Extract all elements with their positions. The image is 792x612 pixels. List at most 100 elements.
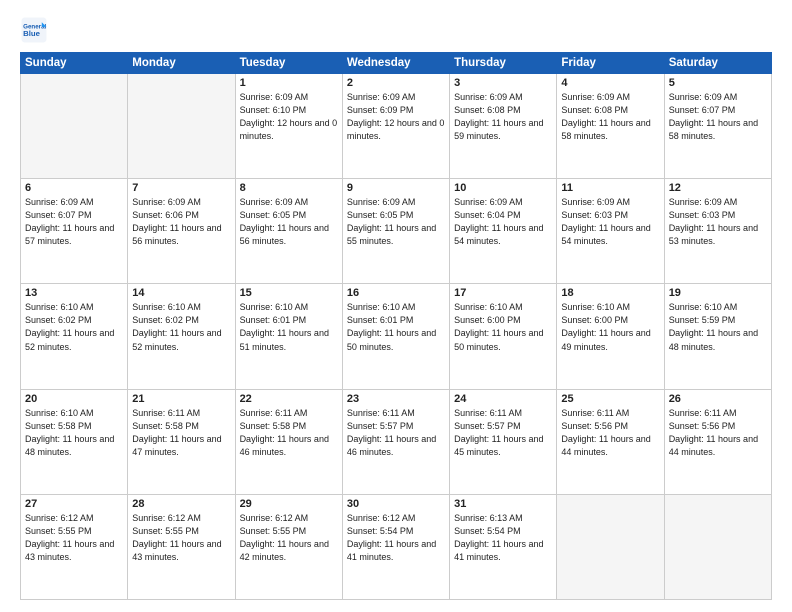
day-info: Sunrise: 6:11 AMSunset: 5:57 PMDaylight:… bbox=[454, 407, 552, 459]
day-cell: 5 Sunrise: 6:09 AMSunset: 6:07 PMDaylight… bbox=[664, 74, 771, 179]
day-number: 5 bbox=[669, 77, 767, 89]
day-number: 3 bbox=[454, 77, 552, 89]
day-info: Sunrise: 6:13 AMSunset: 5:54 PMDaylight:… bbox=[454, 512, 552, 564]
day-cell: 27 Sunrise: 6:12 AMSunset: 5:55 PMDayligh… bbox=[21, 494, 128, 599]
weekday-header-monday: Monday bbox=[128, 53, 235, 74]
day-info: Sunrise: 6:11 AMSunset: 5:56 PMDaylight:… bbox=[561, 407, 659, 459]
day-info: Sunrise: 6:09 AMSunset: 6:05 PMDaylight:… bbox=[240, 196, 338, 248]
day-cell: 11 Sunrise: 6:09 AMSunset: 6:03 PMDayligh… bbox=[557, 179, 664, 284]
week-row-2: 6 Sunrise: 6:09 AMSunset: 6:07 PMDaylight… bbox=[21, 179, 772, 284]
day-info: Sunrise: 6:11 AMSunset: 5:58 PMDaylight:… bbox=[240, 407, 338, 459]
weekday-header-friday: Friday bbox=[557, 53, 664, 74]
day-info: Sunrise: 6:09 AMSunset: 6:03 PMDaylight:… bbox=[561, 196, 659, 248]
day-info: Sunrise: 6:10 AMSunset: 6:00 PMDaylight:… bbox=[454, 301, 552, 353]
day-number: 31 bbox=[454, 498, 552, 510]
day-cell: 23 Sunrise: 6:11 AMSunset: 5:57 PMDayligh… bbox=[342, 389, 449, 494]
day-cell: 19 Sunrise: 6:10 AMSunset: 5:59 PMDayligh… bbox=[664, 284, 771, 389]
day-number: 19 bbox=[669, 287, 767, 299]
day-info: Sunrise: 6:09 AMSunset: 6:07 PMDaylight:… bbox=[25, 196, 123, 248]
day-info: Sunrise: 6:10 AMSunset: 6:02 PMDaylight:… bbox=[25, 301, 123, 353]
weekday-header-wednesday: Wednesday bbox=[342, 53, 449, 74]
day-number: 21 bbox=[132, 393, 230, 405]
day-info: Sunrise: 6:12 AMSunset: 5:55 PMDaylight:… bbox=[132, 512, 230, 564]
day-info: Sunrise: 6:09 AMSunset: 6:05 PMDaylight:… bbox=[347, 196, 445, 248]
day-number: 7 bbox=[132, 182, 230, 194]
day-info: Sunrise: 6:12 AMSunset: 5:54 PMDaylight:… bbox=[347, 512, 445, 564]
day-number: 1 bbox=[240, 77, 338, 89]
day-info: Sunrise: 6:10 AMSunset: 5:58 PMDaylight:… bbox=[25, 407, 123, 459]
day-number: 27 bbox=[25, 498, 123, 510]
logo: General Blue bbox=[20, 16, 50, 44]
day-number: 12 bbox=[669, 182, 767, 194]
day-info: Sunrise: 6:10 AMSunset: 6:01 PMDaylight:… bbox=[347, 301, 445, 353]
day-cell: 1 Sunrise: 6:09 AMSunset: 6:10 PMDaylight… bbox=[235, 74, 342, 179]
day-cell: 13Sunrise: 6:10 AMSunset: 6:02 PMDayligh… bbox=[21, 284, 128, 389]
svg-text:Blue: Blue bbox=[23, 29, 41, 38]
day-info: Sunrise: 6:09 AMSunset: 6:10 PMDaylight:… bbox=[240, 91, 338, 143]
day-cell: 8 Sunrise: 6:09 AMSunset: 6:05 PMDaylight… bbox=[235, 179, 342, 284]
day-number: 2 bbox=[347, 77, 445, 89]
page: General Blue SundayMondayTuesdayWednesda… bbox=[0, 0, 792, 612]
day-info: Sunrise: 6:09 AMSunset: 6:03 PMDaylight:… bbox=[669, 196, 767, 248]
day-number: 28 bbox=[132, 498, 230, 510]
logo-icon: General Blue bbox=[20, 16, 48, 44]
day-number: 26 bbox=[669, 393, 767, 405]
day-info: Sunrise: 6:11 AMSunset: 5:57 PMDaylight:… bbox=[347, 407, 445, 459]
weekday-header-sunday: Sunday bbox=[21, 53, 128, 74]
day-info: Sunrise: 6:10 AMSunset: 6:00 PMDaylight:… bbox=[561, 301, 659, 353]
day-number: 11 bbox=[561, 182, 659, 194]
day-cell: 15Sunrise: 6:10 AMSunset: 6:01 PMDayligh… bbox=[235, 284, 342, 389]
day-info: Sunrise: 6:12 AMSunset: 5:55 PMDaylight:… bbox=[25, 512, 123, 564]
day-number: 29 bbox=[240, 498, 338, 510]
day-cell: 21 Sunrise: 6:11 AMSunset: 5:58 PMDayligh… bbox=[128, 389, 235, 494]
day-number: 8 bbox=[240, 182, 338, 194]
week-row-5: 27 Sunrise: 6:12 AMSunset: 5:55 PMDayligh… bbox=[21, 494, 772, 599]
day-info: Sunrise: 6:09 AMSunset: 6:06 PMDaylight:… bbox=[132, 196, 230, 248]
day-cell: 28 Sunrise: 6:12 AMSunset: 5:55 PMDayligh… bbox=[128, 494, 235, 599]
header: General Blue bbox=[20, 16, 772, 44]
day-cell: 7 Sunrise: 6:09 AMSunset: 6:06 PMDaylight… bbox=[128, 179, 235, 284]
day-number: 16 bbox=[347, 287, 445, 299]
day-info: Sunrise: 6:10 AMSunset: 5:59 PMDaylight:… bbox=[669, 301, 767, 353]
week-row-4: 20 Sunrise: 6:10 AMSunset: 5:58 PMDayligh… bbox=[21, 389, 772, 494]
day-cell: 10Sunrise: 6:09 AMSunset: 6:04 PMDayligh… bbox=[450, 179, 557, 284]
day-cell: 18Sunrise: 6:10 AMSunset: 6:00 PMDayligh… bbox=[557, 284, 664, 389]
day-info: Sunrise: 6:12 AMSunset: 5:55 PMDaylight:… bbox=[240, 512, 338, 564]
day-number: 20 bbox=[25, 393, 123, 405]
day-info: Sunrise: 6:09 AMSunset: 6:09 PMDaylight:… bbox=[347, 91, 445, 143]
day-cell: 12 Sunrise: 6:09 AMSunset: 6:03 PMDayligh… bbox=[664, 179, 771, 284]
weekday-header-tuesday: Tuesday bbox=[235, 53, 342, 74]
week-row-3: 13Sunrise: 6:10 AMSunset: 6:02 PMDayligh… bbox=[21, 284, 772, 389]
weekday-header-row: SundayMondayTuesdayWednesdayThursdayFrid… bbox=[21, 53, 772, 74]
day-cell: 22 Sunrise: 6:11 AMSunset: 5:58 PMDayligh… bbox=[235, 389, 342, 494]
day-cell: 25Sunrise: 6:11 AMSunset: 5:56 PMDayligh… bbox=[557, 389, 664, 494]
day-cell bbox=[664, 494, 771, 599]
day-cell: 20 Sunrise: 6:10 AMSunset: 5:58 PMDayligh… bbox=[21, 389, 128, 494]
day-cell bbox=[557, 494, 664, 599]
day-info: Sunrise: 6:11 AMSunset: 5:58 PMDaylight:… bbox=[132, 407, 230, 459]
weekday-header-saturday: Saturday bbox=[664, 53, 771, 74]
day-cell: 29 Sunrise: 6:12 AMSunset: 5:55 PMDayligh… bbox=[235, 494, 342, 599]
day-cell: 14Sunrise: 6:10 AMSunset: 6:02 PMDayligh… bbox=[128, 284, 235, 389]
day-info: Sunrise: 6:09 AMSunset: 6:08 PMDaylight:… bbox=[561, 91, 659, 143]
day-cell: 31 Sunrise: 6:13 AMSunset: 5:54 PMDayligh… bbox=[450, 494, 557, 599]
day-cell: 6 Sunrise: 6:09 AMSunset: 6:07 PMDaylight… bbox=[21, 179, 128, 284]
day-cell bbox=[128, 74, 235, 179]
day-cell: 17Sunrise: 6:10 AMSunset: 6:00 PMDayligh… bbox=[450, 284, 557, 389]
day-cell: 16 Sunrise: 6:10 AMSunset: 6:01 PMDayligh… bbox=[342, 284, 449, 389]
day-cell: 4Sunrise: 6:09 AMSunset: 6:08 PMDaylight… bbox=[557, 74, 664, 179]
day-cell: 26Sunrise: 6:11 AMSunset: 5:56 PMDayligh… bbox=[664, 389, 771, 494]
day-cell: 2 Sunrise: 6:09 AMSunset: 6:09 PMDaylight… bbox=[342, 74, 449, 179]
weekday-header-thursday: Thursday bbox=[450, 53, 557, 74]
day-cell bbox=[21, 74, 128, 179]
day-info: Sunrise: 6:09 AMSunset: 6:07 PMDaylight:… bbox=[669, 91, 767, 143]
day-number: 23 bbox=[347, 393, 445, 405]
day-number: 10 bbox=[454, 182, 552, 194]
day-cell: 30 Sunrise: 6:12 AMSunset: 5:54 PMDayligh… bbox=[342, 494, 449, 599]
day-number: 30 bbox=[347, 498, 445, 510]
week-row-1: 1 Sunrise: 6:09 AMSunset: 6:10 PMDaylight… bbox=[21, 74, 772, 179]
day-number: 15 bbox=[240, 287, 338, 299]
day-number: 6 bbox=[25, 182, 123, 194]
day-info: Sunrise: 6:09 AMSunset: 6:08 PMDaylight:… bbox=[454, 91, 552, 143]
day-number: 22 bbox=[240, 393, 338, 405]
